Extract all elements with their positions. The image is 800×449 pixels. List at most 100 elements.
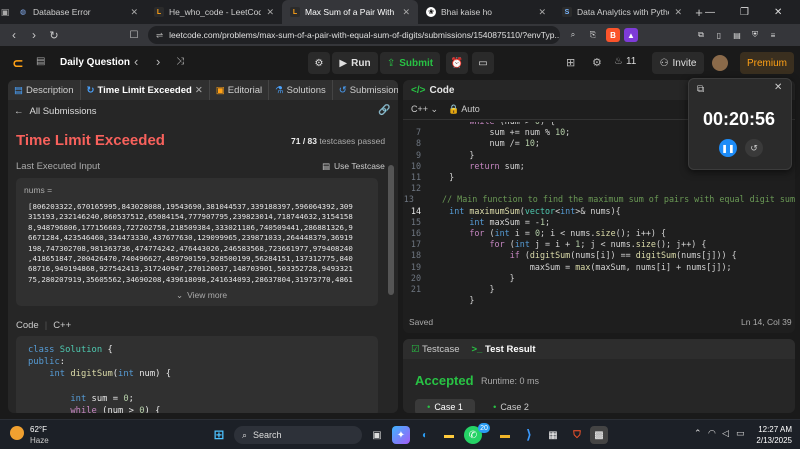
url-bar[interactable]: ⇌ leetcode.com/problems/max-sum-of-a-pai… bbox=[148, 26, 560, 44]
view-more-button[interactable]: ⌄ View more bbox=[176, 290, 227, 301]
layout-icon[interactable]: ⊞ bbox=[566, 56, 575, 69]
browser-tab-0[interactable]: ◍ Database Error ✕ bbox=[10, 0, 146, 24]
folder-icon[interactable]: ▬ bbox=[496, 426, 514, 444]
close-tab-icon[interactable]: ✕ bbox=[195, 85, 203, 96]
volume-icon[interactable]: ◁ bbox=[722, 428, 729, 439]
browser-tab-1[interactable]: L He_who_code - LeetCode Profile ✕ bbox=[146, 0, 282, 24]
all-submissions-link[interactable]: ← All Submissions bbox=[14, 106, 97, 117]
file-explorer-icon[interactable]: ▬ bbox=[440, 426, 458, 444]
close-tab-icon[interactable]: ✕ bbox=[266, 7, 274, 18]
code-line[interactable]: } bbox=[403, 295, 795, 307]
tab-editorial[interactable]: ▣ Editorial bbox=[210, 80, 270, 100]
shuffle-icon[interactable]: ⤨ bbox=[176, 56, 184, 67]
back-icon[interactable]: ‹ bbox=[4, 28, 24, 42]
code-line[interactable]: 15 int maxSum = -1; bbox=[403, 217, 795, 229]
tab-time-limit-exceeded[interactable]: ↻ Time Limit Exceeded ✕ bbox=[81, 80, 210, 100]
problem-list-title[interactable]: Daily Question bbox=[60, 57, 130, 68]
code-line[interactable]: 20 } bbox=[403, 273, 795, 285]
code-line[interactable]: 13 // Main function to find the maximum … bbox=[403, 194, 795, 206]
line-number: 17 bbox=[410, 239, 421, 250]
tab-testcase[interactable]: ☑ Testcase bbox=[411, 344, 460, 355]
pause-button[interactable]: ❚❚ bbox=[719, 139, 737, 157]
code-line[interactable]: 18 if (digitSum(nums[i]) == digitSum(num… bbox=[403, 250, 795, 262]
close-tab-icon[interactable]: ✕ bbox=[402, 7, 410, 18]
close-timer-icon[interactable]: ✕ bbox=[774, 82, 782, 93]
site-info-icon[interactable]: ⇌ bbox=[156, 30, 163, 41]
problem-list-icon[interactable]: ▤ bbox=[36, 56, 45, 67]
tab-description[interactable]: ▤ Description bbox=[8, 80, 81, 100]
clock-date[interactable]: 2/13/2025 bbox=[748, 436, 792, 445]
wallet-icon[interactable]: ▤ bbox=[730, 28, 744, 42]
popout-icon[interactable]: ⧉ bbox=[697, 84, 704, 95]
code-line[interactable]: 19 maxSum = max(maxSum, nums[i] + nums[j… bbox=[403, 262, 795, 274]
extensions-icon[interactable]: ⧉ bbox=[694, 28, 708, 42]
streak-counter[interactable]: ♨ 11 bbox=[614, 56, 636, 67]
language-select[interactable]: C++ ⌄ bbox=[411, 104, 438, 115]
premium-button[interactable]: Premium bbox=[740, 52, 794, 74]
settings-icon[interactable]: ⚙ bbox=[592, 56, 602, 69]
alarm-icon[interactable]: ⏰ bbox=[446, 52, 468, 74]
browser-tab-3[interactable]: ❀ Bhai kaise ho ✕ bbox=[418, 0, 554, 24]
weather-icon[interactable] bbox=[10, 426, 24, 440]
code-line[interactable]: 17 for (int j = i + 1; j < nums.size(); … bbox=[403, 239, 795, 251]
task-view-icon[interactable]: ▣ bbox=[368, 426, 386, 444]
battery-icon[interactable]: ▭ bbox=[736, 428, 745, 439]
tray-overflow-icon[interactable]: ⌃ bbox=[694, 428, 702, 439]
weather-temp[interactable]: 62°F bbox=[30, 425, 47, 434]
code-line[interactable]: 21 } bbox=[403, 284, 795, 296]
brave-shield-icon[interactable]: B bbox=[606, 28, 620, 42]
debug-icon[interactable]: ⚙ bbox=[308, 52, 330, 74]
brave-rewards-icon[interactable]: ▲ bbox=[624, 28, 638, 42]
prev-problem-icon[interactable]: ‹ bbox=[134, 54, 138, 69]
close-tab-icon[interactable]: ✕ bbox=[674, 7, 682, 18]
code-line[interactable]: 12 bbox=[403, 183, 795, 195]
run-button[interactable]: ▶ Run bbox=[332, 52, 378, 74]
zoom-icon[interactable]: ⌕ bbox=[566, 28, 580, 42]
code-line[interactable]: 14 int maximumSum(vector<int>& nums){ bbox=[403, 206, 795, 218]
brave-icon[interactable]: ⛉ bbox=[568, 426, 586, 444]
auto-mode[interactable]: 🔒 Auto bbox=[448, 104, 480, 115]
code-line[interactable]: 16 for (int i = 0; i < nums.size(); i++)… bbox=[403, 228, 795, 240]
bookmark-icon[interactable]: ☐ bbox=[124, 30, 144, 41]
pinned-app-icon[interactable]: ▩ bbox=[590, 426, 608, 444]
close-tab-icon[interactable]: ✕ bbox=[130, 7, 138, 18]
weather-desc[interactable]: Haze bbox=[30, 436, 49, 445]
windows-start-icon[interactable]: ⊞ bbox=[210, 426, 228, 444]
browser-tab-4[interactable]: S Data Analytics with Python - - U ✕ bbox=[554, 0, 690, 24]
vscode-icon[interactable]: ⟩ bbox=[520, 426, 538, 444]
close-window-icon[interactable]: ✕ bbox=[774, 0, 782, 24]
sidebar-icon[interactable]: ▯ bbox=[712, 28, 726, 42]
menu-icon[interactable]: ≡ bbox=[766, 28, 780, 42]
share-icon[interactable]: ⎘ bbox=[586, 28, 600, 42]
use-testcase-button[interactable]: ▤ Use Testcase bbox=[322, 161, 385, 172]
clock-time[interactable]: 12:27 AM bbox=[752, 425, 792, 434]
browser-tab-2[interactable]: L Max Sum of a Pair With Equ ✕ bbox=[282, 0, 418, 24]
tab-submissions[interactable]: ↺Submissions bbox=[333, 80, 398, 100]
tab-test-result[interactable]: >_ Test Result bbox=[472, 344, 536, 355]
code-line[interactable]: 11 } bbox=[403, 172, 795, 184]
wifi-icon[interactable]: ◠ bbox=[708, 428, 716, 439]
submit-button[interactable]: ⇪ Submit bbox=[380, 52, 440, 74]
leetcode-logo-icon[interactable]: ⊂ bbox=[12, 55, 28, 71]
tab-solutions[interactable]: ⚗ Solutions bbox=[269, 80, 333, 100]
close-tab-icon[interactable]: ✕ bbox=[538, 7, 546, 18]
case-2-tab[interactable]: • Case 2 bbox=[481, 399, 541, 413]
next-problem-icon[interactable]: › bbox=[156, 54, 160, 69]
copilot-icon[interactable]: ✦ bbox=[392, 426, 410, 444]
invite-button[interactable]: ⚇ Invite bbox=[652, 52, 704, 74]
vpn-icon[interactable]: ⛨ bbox=[748, 28, 762, 42]
reload-icon[interactable]: ↻ bbox=[44, 29, 64, 42]
left-scrollbar[interactable] bbox=[388, 165, 394, 295]
avatar[interactable] bbox=[712, 55, 728, 71]
media-icon[interactable]: ▦ bbox=[544, 426, 562, 444]
forward-icon[interactable]: › bbox=[24, 28, 44, 42]
minimize-icon[interactable]: — bbox=[705, 0, 715, 24]
notes-icon[interactable]: ▭ bbox=[472, 52, 494, 74]
reset-button[interactable]: ↺ bbox=[745, 139, 763, 157]
link-icon[interactable]: 🔗 bbox=[378, 105, 390, 116]
maximize-icon[interactable]: ❐ bbox=[740, 0, 749, 24]
case-1-tab[interactable]: • Case 1 bbox=[415, 399, 475, 413]
taskbar-search[interactable]: ⌕ Search bbox=[234, 426, 362, 444]
edge-icon[interactable]: ◐ bbox=[416, 426, 434, 444]
tab-actions-icon[interactable]: ▣ bbox=[0, 7, 10, 18]
